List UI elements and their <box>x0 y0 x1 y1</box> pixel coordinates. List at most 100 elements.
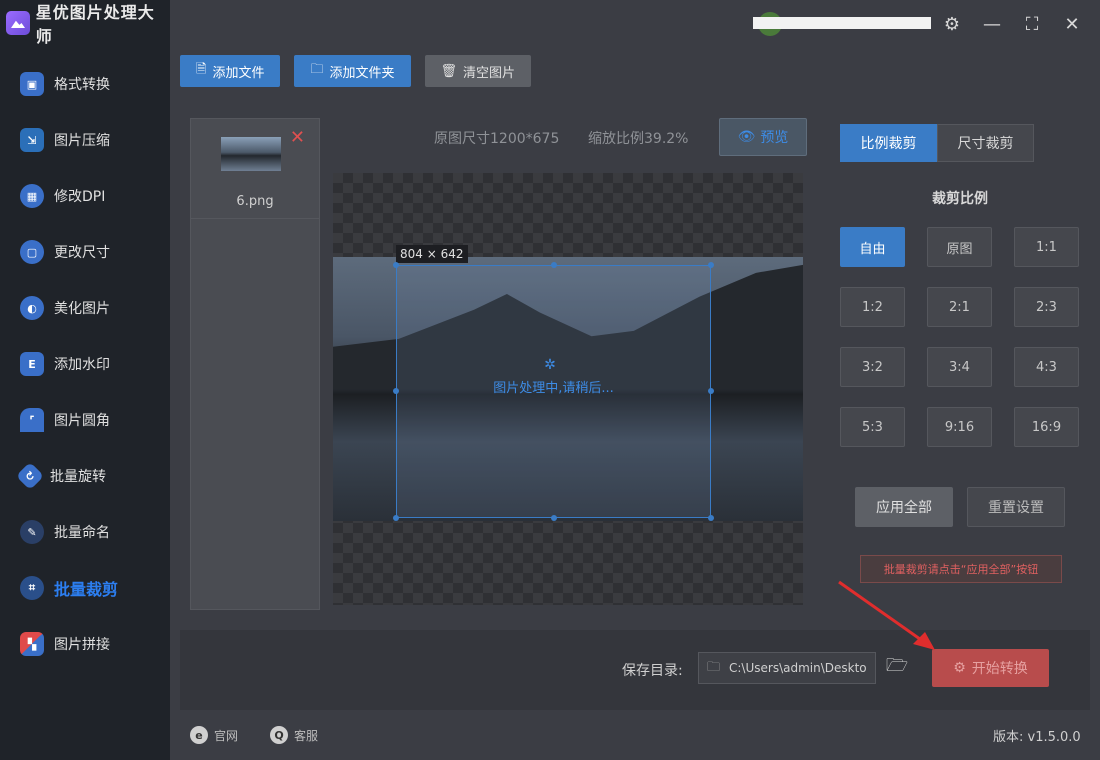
sidebar-item-beautify[interactable]: ◐ 美化图片 <box>0 280 170 336</box>
sidebar-item-label: 批量旋转 <box>50 469 106 485</box>
ratio-16-9-button[interactable]: 16:9 <box>1014 407 1079 447</box>
start-convert-button[interactable]: ⚙ 开始转换 <box>932 649 1049 687</box>
sidebar-item-label: 格式转换 <box>54 77 110 93</box>
format-convert-icon: ▣ <box>20 72 44 96</box>
gear-icon: ⚙ <box>953 660 966 676</box>
add-file-label: 添加文件 <box>212 65 265 81</box>
app-title: 星优图片处理大师 <box>35 3 155 46</box>
sidebar-item-resize[interactable]: ▢ 更改尺寸 <box>0 224 170 280</box>
ratio-2-1-button[interactable]: 2:1 <box>927 287 992 327</box>
add-file-button[interactable]: 🗎 添加文件 <box>180 55 281 87</box>
preview-button[interactable]: 👁 预览 <box>719 118 807 156</box>
crop-handle-bottom-right[interactable] <box>708 515 714 521</box>
sidebar-item-label: 批量命名 <box>54 525 110 541</box>
app-logo-icon <box>6 11 30 35</box>
add-folder-button[interactable]: 🗀 添加文件夹 <box>294 55 411 87</box>
loading-spinner-icon: ✲ <box>544 357 556 373</box>
footer: e 官网 Q 客服 版本: v1.5.0.0 <box>170 720 1100 750</box>
sidebar-item-watermark[interactable]: E 添加水印 <box>0 336 170 392</box>
reset-settings-button[interactable]: 重置设置 <box>967 487 1065 527</box>
support-label: 客服 <box>294 728 319 743</box>
tab-ratio-crop[interactable]: 比例裁剪 <box>840 124 937 162</box>
crop-handle-bottom[interactable] <box>551 515 557 521</box>
sidebar-item-dpi[interactable]: ▦ 修改DPI <box>0 168 170 224</box>
crop-canvas[interactable]: 804 × 642 ✲ 图片处理中,请稍后... <box>333 173 803 605</box>
ratio-3-2-button[interactable]: 3:2 <box>840 347 905 387</box>
crop-handle-top-right[interactable] <box>708 262 714 268</box>
processing-message: 图片处理中,请稍后... <box>493 381 614 396</box>
sidebar-item-stitch[interactable]: ▚ 图片拼接 <box>0 616 170 672</box>
file-thumbnail[interactable] <box>221 137 281 171</box>
sidebar-item-label: 美化图片 <box>54 301 110 317</box>
sidebar-item-format-convert[interactable]: ▣ 格式转换 <box>0 56 170 112</box>
rounded-corner-icon: ⌜ <box>20 408 44 432</box>
support-icon: Q <box>270 726 288 744</box>
rename-icon: ✎ <box>20 520 44 544</box>
apply-all-button[interactable]: 应用全部 <box>855 487 953 527</box>
close-icon[interactable]: ✕ <box>1060 12 1084 36</box>
toolbar: 🗎 添加文件 🗀 添加文件夹 🗑 清空图片 <box>180 55 532 87</box>
sidebar: 星优图片处理大师 ▣ 格式转换 ⇲ 图片压缩 ▦ 修改DPI ▢ 更改尺寸 ◐ … <box>0 0 170 760</box>
save-path-field[interactable]: 🗀 C:\Users\admin\Deskto <box>698 652 876 684</box>
file-name: 6.png <box>236 194 274 209</box>
crop-settings-panel: 比例裁剪 尺寸裁剪 裁剪比例 自由 原图 1:1 1:2 2:1 2:3 3:2… <box>820 100 1080 620</box>
website-label: 官网 <box>214 728 239 743</box>
output-bar: 保存目录: 🗀 C:\Users\admin\Deskto 🗁 ⚙ 开始转换 <box>180 630 1090 710</box>
sidebar-item-label: 批量裁剪 <box>54 580 119 599</box>
eye-icon: 👁 <box>737 129 756 145</box>
save-directory-label: 保存目录: <box>622 663 683 679</box>
ratio-4-3-button[interactable]: 4:3 <box>1014 347 1079 387</box>
ratio-free-button[interactable]: 自由 <box>840 227 905 267</box>
sidebar-item-rotate[interactable]: ↻ 批量旋转 <box>0 448 170 504</box>
compress-icon: ⇲ <box>20 128 44 152</box>
app-brand: 星优图片处理大师 <box>0 0 170 46</box>
crop-mode-tabs: 比例裁剪 尺寸裁剪 <box>840 124 1034 162</box>
sidebar-item-label: 添加水印 <box>54 357 110 373</box>
crop-ratio-title: 裁剪比例 <box>932 191 988 207</box>
version-text: 版本: v1.5.0.0 <box>993 730 1081 745</box>
beautify-icon: ◐ <box>20 296 44 320</box>
title-bar: ⚙ — ⛶ ✕ <box>170 0 1100 46</box>
ratio-1-2-button[interactable]: 1:2 <box>840 287 905 327</box>
clear-images-label: 清空图片 <box>463 65 516 81</box>
crop-handle-top-left[interactable] <box>393 262 399 268</box>
sidebar-item-rounded-corner[interactable]: ⌜ 图片圆角 <box>0 392 170 448</box>
settings-sliders-icon[interactable]: ⚙ <box>940 12 964 36</box>
ratio-3-4-button[interactable]: 3:4 <box>927 347 992 387</box>
save-path-value: C:\Users\admin\Deskto <box>729 661 867 675</box>
sidebar-item-rename[interactable]: ✎ 批量命名 <box>0 504 170 560</box>
ratio-9-16-button[interactable]: 9:16 <box>927 407 992 447</box>
folder-outline-icon: 🗀 <box>707 660 721 675</box>
sidebar-nav: ▣ 格式转换 ⇲ 图片压缩 ▦ 修改DPI ▢ 更改尺寸 ◐ 美化图片 E 添加… <box>0 56 170 672</box>
file-list-item[interactable]: ✕ 6.png <box>191 119 319 219</box>
minimize-icon[interactable]: — <box>980 12 1004 36</box>
ratio-original-button[interactable]: 原图 <box>927 227 992 267</box>
website-link[interactable]: e 官网 <box>190 726 238 744</box>
remove-file-icon[interactable]: ✕ <box>290 127 305 148</box>
ratio-1-1-button[interactable]: 1:1 <box>1014 227 1079 267</box>
browse-folder-icon[interactable]: 🗁 <box>885 655 909 680</box>
watermark-icon: E <box>20 352 44 376</box>
maximize-icon[interactable]: ⛶ <box>1020 12 1044 36</box>
file-list-panel: ✕ 6.png <box>190 118 320 610</box>
ie-icon: e <box>190 726 208 744</box>
annotation-arrow-icon <box>838 580 935 650</box>
sidebar-item-batch-crop[interactable]: ⌗ 批量裁剪 <box>0 560 170 616</box>
clear-images-button[interactable]: 🗑 清空图片 <box>424 55 532 87</box>
ratio-5-3-button[interactable]: 5:3 <box>840 407 905 447</box>
sidebar-item-label: 图片拼接 <box>54 637 110 653</box>
dpi-icon: ▦ <box>20 184 44 208</box>
stitch-icon: ▚ <box>20 632 44 656</box>
ratio-options: 自由 原图 1:1 1:2 2:1 2:3 3:2 3:4 4:3 5:3 9:… <box>840 227 1079 447</box>
rotate-icon: ↻ <box>15 461 45 491</box>
ratio-2-3-button[interactable]: 2:3 <box>1014 287 1079 327</box>
sidebar-item-label: 图片压缩 <box>54 133 110 149</box>
sidebar-item-compress[interactable]: ⇲ 图片压缩 <box>0 112 170 168</box>
crop-handle-top[interactable] <box>551 262 557 268</box>
user-info-bar[interactable] <box>753 17 931 29</box>
crop-size-label: 804 × 642 <box>396 245 468 263</box>
tab-size-crop[interactable]: 尺寸裁剪 <box>937 124 1034 162</box>
preview-label: 预览 <box>760 130 789 146</box>
support-link[interactable]: Q 客服 <box>270 726 318 744</box>
crop-handle-bottom-left[interactable] <box>393 515 399 521</box>
